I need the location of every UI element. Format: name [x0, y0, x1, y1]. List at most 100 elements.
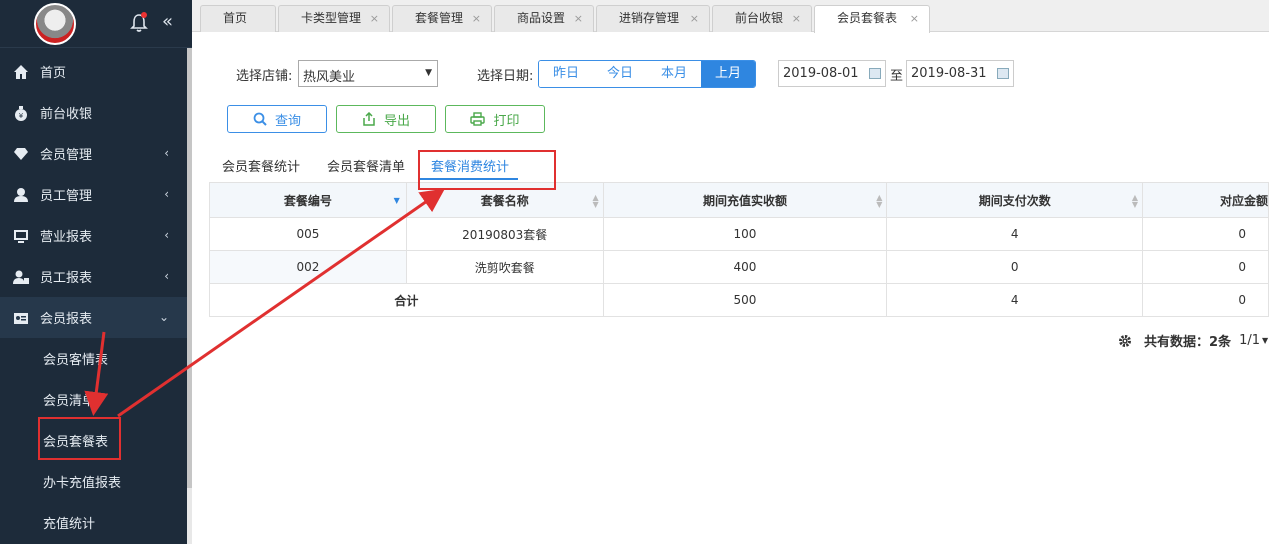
- column-header-recharge-amount[interactable]: 期间充值实收额 ▲ ▼: [602, 182, 888, 218]
- user-report-icon: [12, 268, 30, 286]
- close-icon[interactable]: ×: [472, 6, 481, 31]
- range-today-button[interactable]: 今日: [593, 61, 647, 87]
- chevron-left-icon: ‹: [164, 146, 169, 160]
- cell-total-label: 合计: [209, 283, 604, 317]
- calendar-icon[interactable]: [997, 68, 1009, 79]
- search-icon: [253, 112, 267, 126]
- sidebar-item-home[interactable]: 首页: [0, 51, 187, 92]
- calendar-icon[interactable]: [869, 68, 881, 79]
- chevron-left-icon: ‹: [164, 228, 169, 242]
- range-this-month-button[interactable]: 本月: [647, 61, 701, 87]
- date-range-selector: 昨日 今日 本月 上月: [538, 60, 756, 88]
- cell-recharge-amount: 400: [602, 250, 888, 284]
- sidebar-subitem-member-list[interactable]: 会员清单: [0, 379, 187, 420]
- store-select[interactable]: 热风美业 ▼: [298, 60, 438, 87]
- tab-front-desk[interactable]: 前台收银 ×: [712, 5, 812, 32]
- close-icon[interactable]: ×: [910, 6, 919, 31]
- collapse-sidebar-icon[interactable]: «: [162, 12, 182, 32]
- sort-icon[interactable]: ▲ ▼: [876, 194, 882, 209]
- total-records-label: 共有数据：: [1144, 335, 1210, 350]
- column-header-label: 期间支付次数: [978, 193, 1051, 208]
- range-last-month-button[interactable]: 上月: [701, 61, 755, 87]
- print-button[interactable]: 打印: [445, 105, 545, 133]
- tab-label: 套餐管理: [415, 11, 464, 25]
- tab-home[interactable]: 首页: [200, 5, 276, 32]
- avatar[interactable]: [34, 3, 76, 45]
- table-header-row: 套餐编号 ▼ 套餐名称 ▲ ▼ 期间充值实收额 ▲ ▼ 期间支付次数 ▲ ▼ 对应金额: [209, 182, 1269, 218]
- pagination-info: 共有数据： 2条 1/1 ▼: [1118, 331, 1268, 350]
- tab-product-settings[interactable]: 商品设置 ×: [494, 5, 594, 32]
- cell-package-id: 005: [209, 217, 407, 251]
- column-header-label: 对应金额: [1219, 193, 1268, 208]
- notification-dot: [141, 12, 147, 18]
- sidebar-item-label: 会员报表: [40, 312, 93, 327]
- cell-recharge-amount: 100: [602, 217, 888, 251]
- annotation-highlight-subtab: [418, 150, 556, 190]
- sidebar-item-staff-management[interactable]: 员工管理 ‹: [0, 174, 187, 215]
- tab-label: 前台收银: [735, 11, 784, 25]
- export-button[interactable]: 导出: [336, 105, 436, 133]
- subtab-member-package-list[interactable]: 会员套餐清单: [327, 156, 405, 175]
- tab-label: 会员套餐表: [837, 11, 898, 25]
- sidebar-subitem-label: 会员客情表: [43, 353, 109, 368]
- page-indicator[interactable]: 1/1: [1239, 333, 1260, 348]
- table-row[interactable]: 005 20190803套餐 100 4 0: [209, 217, 1269, 251]
- app-root: « 首页 ¥ 前台收银 会员管理 ‹ 员工管理 ‹ 营业报表 ‹ 员工报表 ‹ …: [0, 0, 1269, 544]
- sort-icon[interactable]: ▲ ▼: [1132, 194, 1138, 209]
- sidebar-item-label: 前台收银: [40, 107, 93, 122]
- close-icon[interactable]: ×: [574, 6, 583, 31]
- printer-icon: [470, 112, 486, 126]
- sidebar-subitem-member-relations[interactable]: 会员客情表: [0, 338, 187, 379]
- subtab-member-package-stats[interactable]: 会员套餐统计: [222, 156, 300, 175]
- column-header-corresponding-amount[interactable]: 对应金额: [1142, 182, 1269, 218]
- cell-total-amount: 0: [1142, 283, 1269, 317]
- close-icon[interactable]: ×: [690, 6, 699, 31]
- export-icon: [362, 112, 376, 126]
- tab-member-package-report[interactable]: 会员套餐表 ×: [814, 5, 930, 33]
- sort-desc-icon[interactable]: ▼: [394, 197, 400, 205]
- sidebar-item-member-management[interactable]: 会员管理 ‹: [0, 133, 187, 174]
- query-button[interactable]: 查询: [227, 105, 327, 133]
- tab-package-management[interactable]: 套餐管理 ×: [392, 5, 492, 32]
- close-icon[interactable]: ×: [792, 6, 801, 31]
- sidebar-subitem-card-recharge-report[interactable]: 办卡充值报表: [0, 461, 187, 502]
- home-icon: [12, 63, 30, 81]
- export-button-label: 导出: [383, 113, 410, 129]
- sidebar-item-business-report[interactable]: 营业报表 ‹: [0, 215, 187, 256]
- diamond-icon: [12, 145, 30, 163]
- close-icon[interactable]: ×: [370, 6, 379, 31]
- start-date-input[interactable]: 2019-08-01: [778, 60, 886, 87]
- settings-gear-icon[interactable]: [1118, 334, 1132, 348]
- tab-label: 进销存管理: [619, 11, 680, 25]
- package-consumption-table: 套餐编号 ▼ 套餐名称 ▲ ▼ 期间充值实收额 ▲ ▼ 期间支付次数 ▲ ▼ 对应金额: [209, 182, 1269, 317]
- end-date-input[interactable]: 2019-08-31: [906, 60, 1014, 87]
- tab-label: 卡类型管理: [301, 11, 362, 25]
- column-header-label: 套餐名称: [480, 193, 529, 208]
- store-label: 选择店铺:: [236, 69, 293, 84]
- column-header-label: 套餐编号: [283, 193, 332, 208]
- table-row[interactable]: 002 洗剪吹套餐 400 0 0: [209, 250, 1269, 284]
- svg-text:¥: ¥: [19, 112, 24, 120]
- column-header-package-id[interactable]: 套餐编号 ▼: [209, 182, 407, 218]
- scrollbar-thumb[interactable]: [187, 48, 192, 488]
- sidebar-item-member-report[interactable]: 会员报表 ⌄: [0, 297, 187, 338]
- chevron-down-icon: ⌄: [158, 310, 169, 324]
- sidebar-item-staff-report[interactable]: 员工报表 ‹: [0, 256, 187, 297]
- tab-card-type[interactable]: 卡类型管理 ×: [278, 5, 390, 32]
- sort-icon[interactable]: ▲ ▼: [592, 194, 598, 209]
- tab-inventory[interactable]: 进销存管理 ×: [596, 5, 710, 32]
- print-button-label: 打印: [493, 113, 520, 129]
- range-yesterday-button[interactable]: 昨日: [539, 61, 593, 87]
- sidebar-subitem-label: 充值统计: [43, 517, 96, 532]
- sidebar-item-front-desk[interactable]: ¥ 前台收银: [0, 92, 187, 133]
- date-to-label: 至: [890, 69, 904, 84]
- tab-label: 商品设置: [517, 11, 566, 25]
- annotation-highlight-sidebar-item: [38, 417, 121, 460]
- column-header-payment-count[interactable]: 期间支付次数 ▲ ▼: [886, 182, 1144, 218]
- sidebar-subitem-recharge-stats[interactable]: 充值统计: [0, 502, 187, 543]
- sidebar-item-label: 营业报表: [40, 230, 93, 245]
- user-icon: [12, 186, 30, 204]
- caret-down-icon[interactable]: ▼: [1262, 336, 1268, 345]
- store-select-value: 热风美业: [303, 70, 356, 85]
- sidebar-scrollbar[interactable]: [187, 48, 192, 544]
